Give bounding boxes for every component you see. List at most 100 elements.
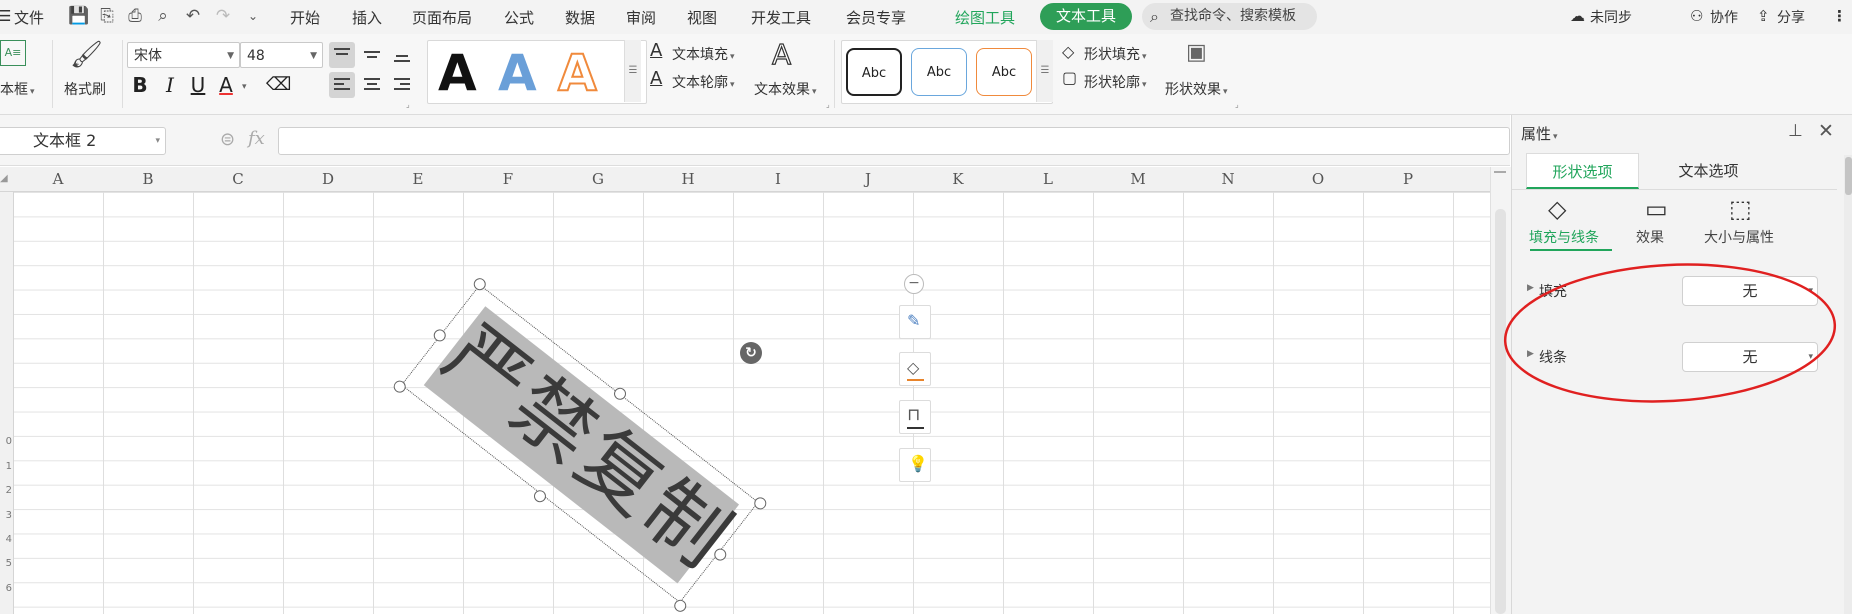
shape-style-orange[interactable]: Abc (976, 48, 1032, 96)
column-header[interactable]: E (373, 167, 463, 191)
size-properties-icon[interactable]: ⬚ (1729, 195, 1752, 223)
tab-data[interactable]: 数据 (565, 7, 595, 28)
font-size-select[interactable]: 48 ▼ (240, 42, 323, 68)
shape-style-blue[interactable]: Abc (911, 48, 967, 96)
undo-icon[interactable]: ↶ (182, 5, 204, 27)
style-pen-button[interactable]: ✎ (899, 305, 931, 339)
tab-view[interactable]: 视图 (687, 7, 717, 28)
row-header[interactable]: 5 (0, 558, 12, 569)
collab-icon[interactable]: ⚇ (1690, 7, 1703, 25)
text-style-blue[interactable]: A (498, 43, 537, 103)
row-header[interactable]: 4 (0, 534, 12, 545)
format-painter-button[interactable]: 格式刷 (64, 79, 106, 99)
column-header[interactable]: H (643, 167, 733, 191)
column-header[interactable]: O (1273, 167, 1363, 191)
column-header[interactable]: G (553, 167, 643, 191)
align-right-button[interactable] (389, 72, 415, 98)
tab-formulas[interactable]: 公式 (504, 7, 534, 28)
tab-text-tools[interactable]: 文本工具 (1040, 3, 1133, 30)
gallery-more-icon[interactable]: ☰ (624, 40, 641, 102)
close-icon[interactable]: ✕ (1818, 120, 1834, 142)
subtab-effect[interactable]: 效果 (1636, 227, 1664, 247)
tab-page-layout[interactable]: 页面布局 (412, 7, 472, 28)
align-left-button[interactable] (329, 72, 355, 98)
column-header[interactable]: M (1093, 167, 1183, 191)
row-header[interactable]: 1 (0, 461, 12, 472)
collapse-icon[interactable]: − (904, 274, 924, 294)
text-style-orange-outline[interactable]: A (557, 43, 598, 103)
save-icon[interactable]: 💾 (68, 5, 90, 27)
column-header[interactable]: L (1003, 167, 1093, 191)
fx-icon[interactable]: fx (248, 128, 265, 149)
cloud-sync-icon[interactable]: ☁ (1570, 7, 1585, 25)
column-header[interactable]: B (103, 167, 193, 191)
shape-fill-icon[interactable]: ◇ (1062, 42, 1074, 61)
tab-text-options[interactable]: 文本选项 (1652, 153, 1765, 189)
redo-icon[interactable]: ↷ (212, 5, 234, 27)
smart-button[interactable]: 💡 (899, 448, 931, 482)
column-header[interactable]: I (733, 167, 823, 191)
row-header[interactable]: 2 (0, 485, 12, 496)
gallery-more-icon[interactable]: ☰ (1036, 40, 1053, 102)
font-color-dropdown-icon[interactable]: ▾ (242, 82, 247, 92)
share-button[interactable]: 分享 (1777, 7, 1805, 27)
collab-button[interactable]: 协作 (1710, 7, 1738, 27)
align-top-button[interactable] (329, 42, 355, 68)
effect-icon[interactable]: ▭ (1645, 195, 1668, 223)
column-header[interactable]: F (463, 167, 553, 191)
expand-icon[interactable]: ⌟ (826, 100, 830, 109)
name-box[interactable]: 文本框 2 ▾ (0, 127, 166, 155)
row-header[interactable]: 0 (0, 436, 12, 447)
expand-icon[interactable]: ⌟ (406, 100, 410, 109)
textbox-icon[interactable]: A≡ (0, 40, 26, 66)
row-header[interactable]: 3 (0, 510, 12, 521)
hamburger-icon[interactable]: ☰ (0, 7, 11, 25)
outline-button[interactable]: ⊓ (899, 400, 931, 434)
tab-member[interactable]: 会员专享 (846, 7, 906, 28)
cell-grid[interactable] (0, 192, 1490, 614)
file-menu[interactable]: 文件 (14, 7, 44, 28)
text-fill-button[interactable]: 文本填充 ▾ (672, 44, 735, 64)
pin-icon[interactable]: ⊥ (1788, 121, 1803, 141)
text-outline-button[interactable]: 文本轮廓 ▾ (672, 72, 735, 92)
font-name-select[interactable]: 宋体 ▼ (127, 42, 240, 68)
tab-insert[interactable]: 插入 (352, 7, 382, 28)
align-center-button[interactable] (359, 72, 385, 98)
shape-effect-icon[interactable]: ▣ (1186, 40, 1207, 65)
customize-chevron-icon[interactable]: ⌄ (242, 5, 264, 27)
search-box[interactable]: ⌕ 查找命令、搜索模板 (1142, 3, 1317, 30)
formula-input[interactable] (278, 127, 1510, 155)
zoom-icon[interactable]: ⊜ (220, 129, 235, 150)
more-icon[interactable]: ⋮ (1832, 7, 1847, 25)
subtab-size-properties[interactable]: 大小与属性 (1704, 227, 1774, 247)
shape-fill-button[interactable]: 形状填充 ▾ (1084, 44, 1147, 64)
text-effect-button[interactable]: 文本效果 ▾ (754, 79, 817, 99)
tab-developer[interactable]: 开发工具 (751, 7, 811, 28)
shape-outline-button[interactable]: 形状轮廓 ▾ (1084, 72, 1147, 92)
row-header[interactable]: 6 (0, 583, 12, 594)
sync-status[interactable]: 未同步 (1590, 7, 1632, 27)
text-fill-icon[interactable]: A (650, 40, 662, 61)
bold-button[interactable]: B (128, 72, 152, 98)
tab-home[interactable]: 开始 (290, 7, 320, 28)
textbox-button[interactable]: 本框 ▾ (0, 79, 35, 99)
underline-button[interactable]: U (186, 72, 210, 98)
select-all-corner[interactable]: ◢ (0, 173, 8, 184)
align-middle-button[interactable] (359, 42, 385, 68)
text-outline-icon[interactable]: A (650, 68, 662, 89)
column-header[interactable]: N (1183, 167, 1273, 191)
shape-outline-icon[interactable]: ▢ (1062, 68, 1077, 87)
text-effect-icon[interactable]: A (771, 37, 791, 71)
rotate-handle-icon[interactable]: ↻ (740, 342, 762, 364)
fill-button[interactable]: ◇ (899, 352, 931, 386)
column-header[interactable]: J (823, 167, 913, 191)
eraser-icon[interactable]: ⌫ (266, 72, 291, 98)
shape-effect-button[interactable]: 形状效果 ▾ (1165, 79, 1228, 99)
tab-review[interactable]: 审阅 (626, 7, 656, 28)
chevron-down-icon[interactable]: ▾ (155, 128, 160, 154)
subtab-fill-line[interactable]: 填充与线条 (1529, 227, 1599, 247)
scroll-top-icon[interactable] (1494, 171, 1506, 181)
text-style-black[interactable]: A (438, 43, 477, 103)
column-header[interactable]: C (193, 167, 283, 191)
fill-line-icon[interactable]: ◇ (1548, 195, 1566, 223)
